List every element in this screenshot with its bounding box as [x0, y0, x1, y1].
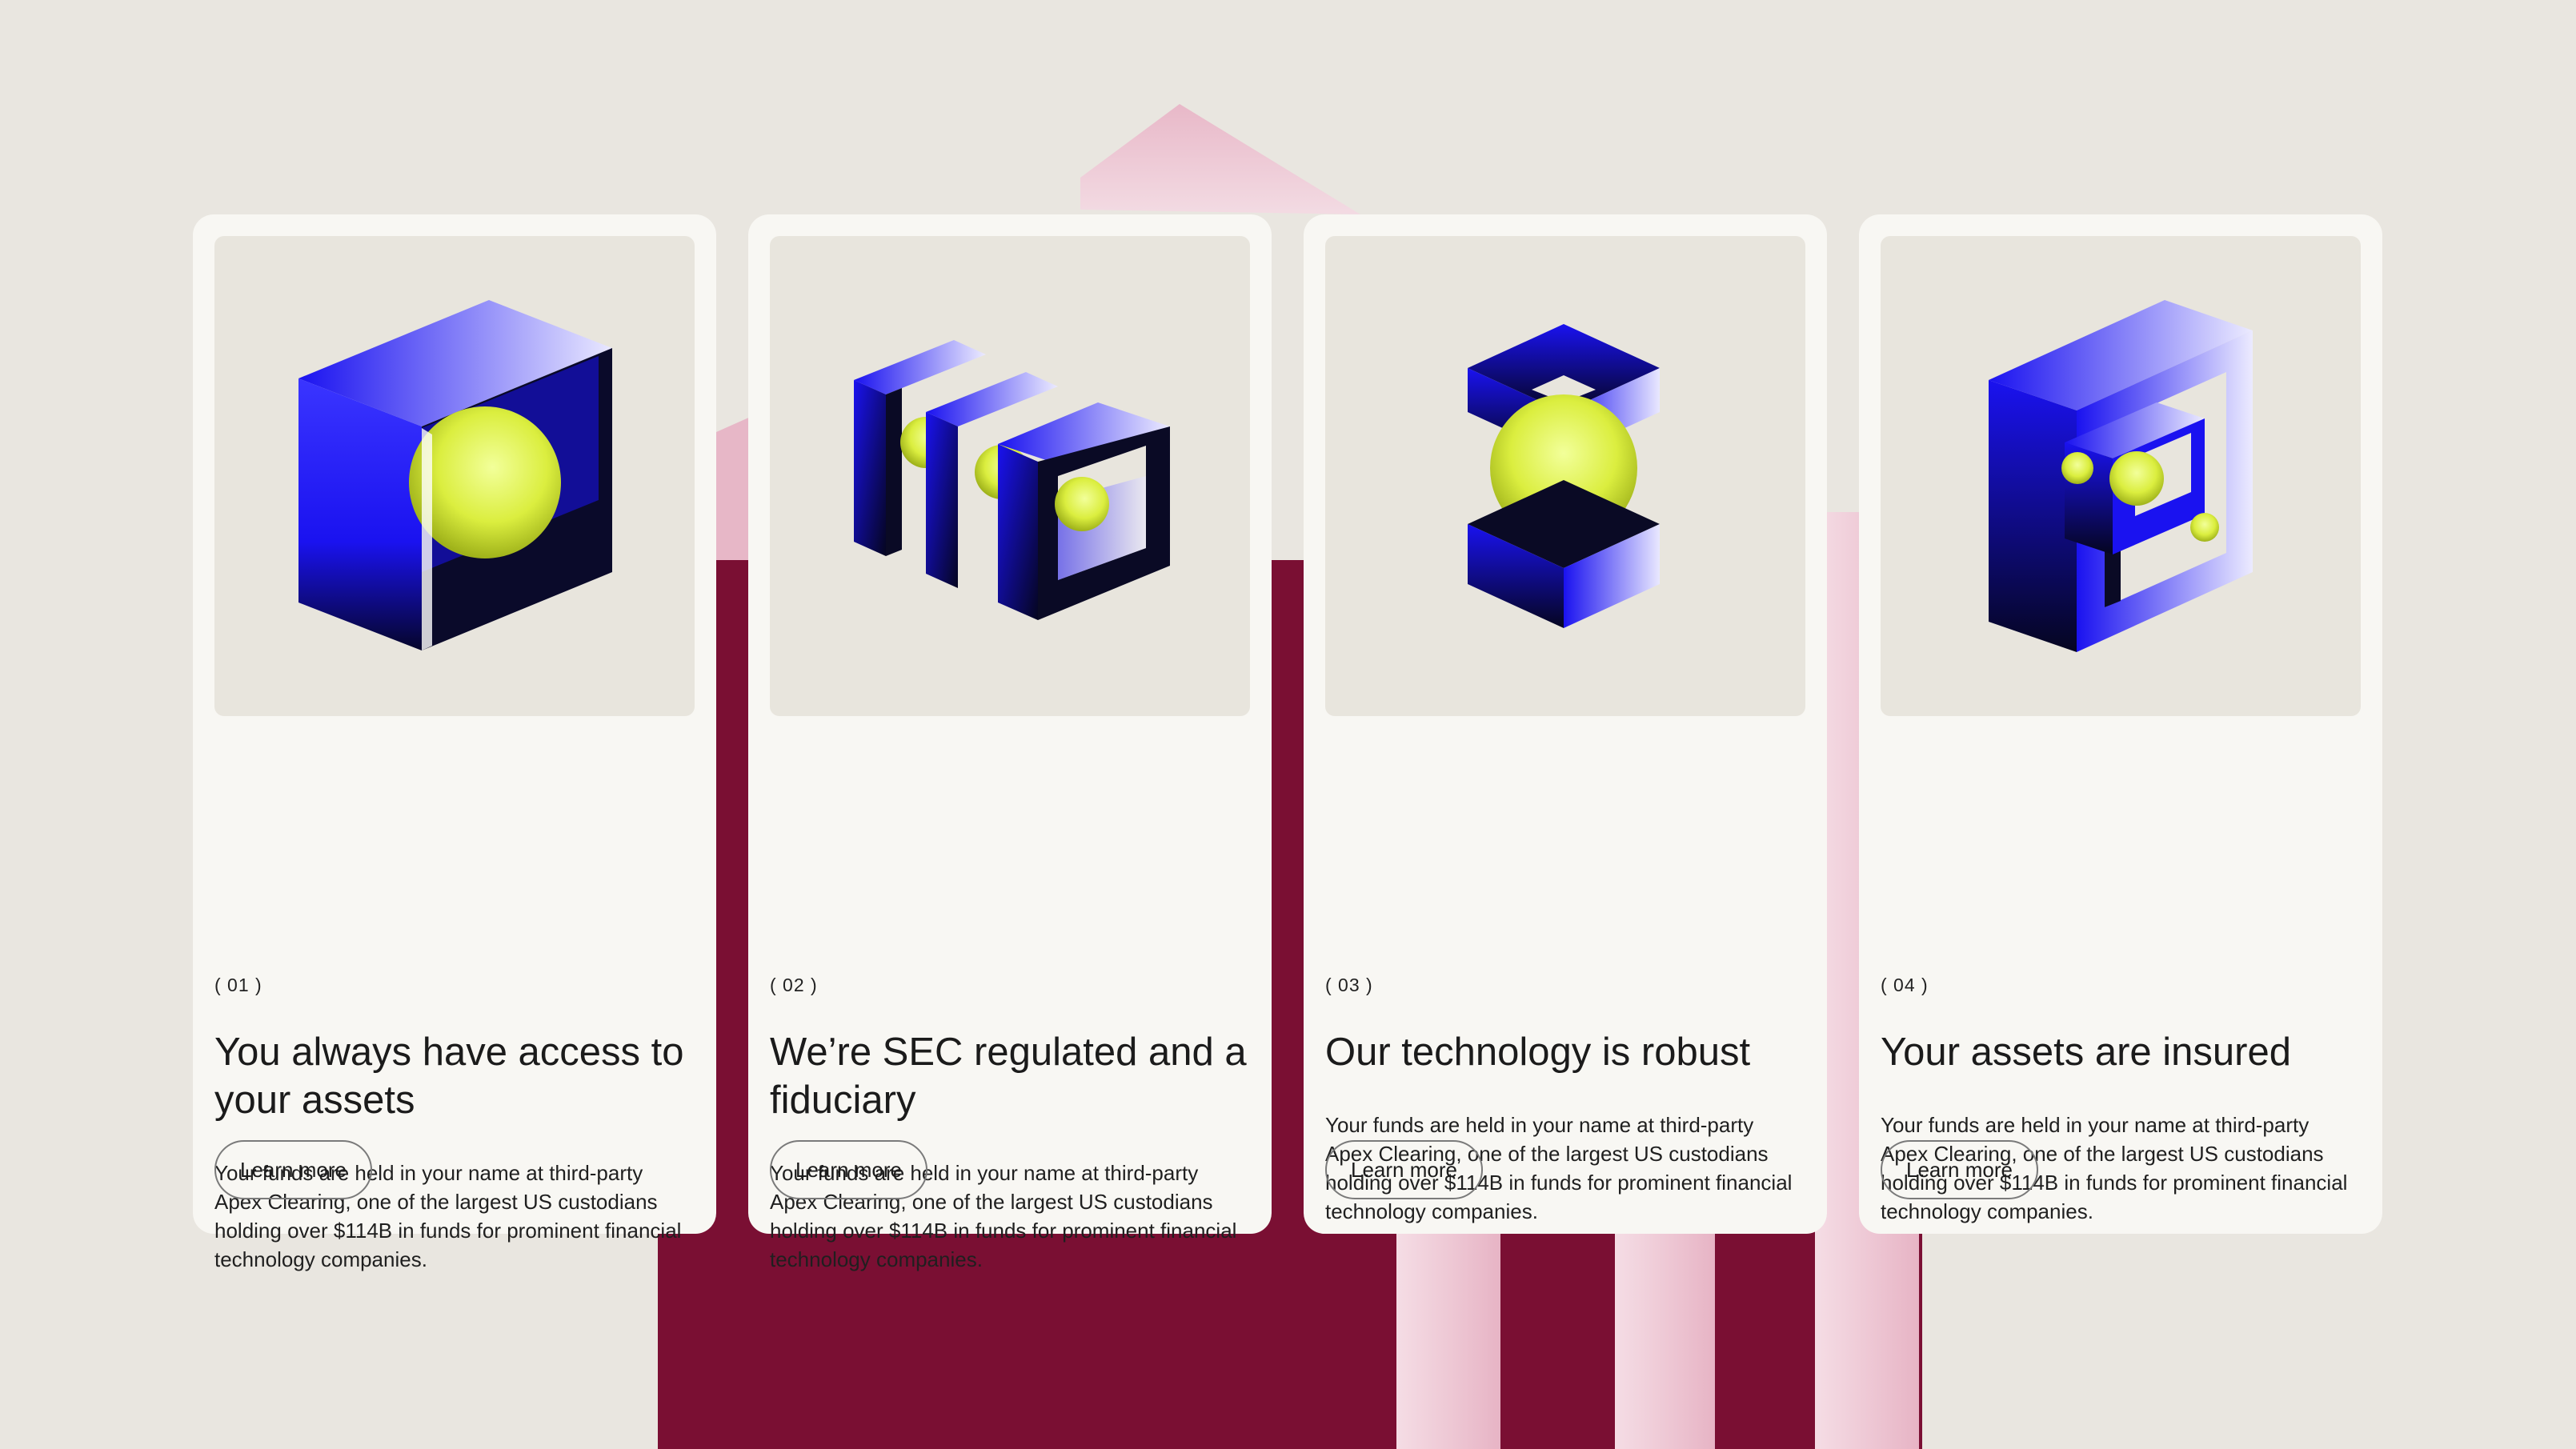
card-illustration	[1325, 236, 1805, 716]
stacked-frames-icon	[854, 340, 1170, 620]
card-number: ( 03 )	[1325, 975, 1373, 995]
learn-more-button[interactable]: Learn more	[770, 1140, 927, 1199]
card-title: We’re SEC regulated and a fiduciary	[770, 1031, 1247, 1122]
learn-more-button[interactable]: Learn more	[214, 1140, 372, 1199]
card-illustration	[1881, 236, 2361, 716]
cube-with-sphere-icon	[298, 300, 612, 650]
card-illustration	[214, 236, 695, 716]
nested-boxes-icon	[1989, 300, 2253, 652]
card-number: ( 04 )	[1881, 975, 1929, 995]
card-title: Our technology is robust	[1325, 1031, 1751, 1074]
card-number: ( 01 )	[214, 975, 262, 995]
feature-card-3: ( 03 ) Our technology is robust Your fun…	[1304, 214, 1827, 1234]
card-number: ( 02 )	[770, 975, 818, 995]
feature-card-2: ( 02 ) We’re SEC regulated and a fiducia…	[748, 214, 1272, 1271]
card-title: You always have access to your assets	[214, 1031, 684, 1122]
card-illustration	[770, 236, 1250, 716]
learn-more-button[interactable]: Learn more	[1881, 1140, 2038, 1199]
feature-card-1: ( 01 ) You always have access to your as…	[193, 214, 716, 1271]
learn-more-button[interactable]: Learn more	[1325, 1140, 1483, 1199]
feature-cards: ( 01 ) You always have access to your as…	[0, 0, 2576, 1449]
card-title: Your assets are insured	[1881, 1031, 2291, 1074]
sphere-between-blocks-icon	[1468, 324, 1660, 628]
feature-card-4: ( 04 ) Your assets are insured Your fund…	[1859, 214, 2382, 1234]
